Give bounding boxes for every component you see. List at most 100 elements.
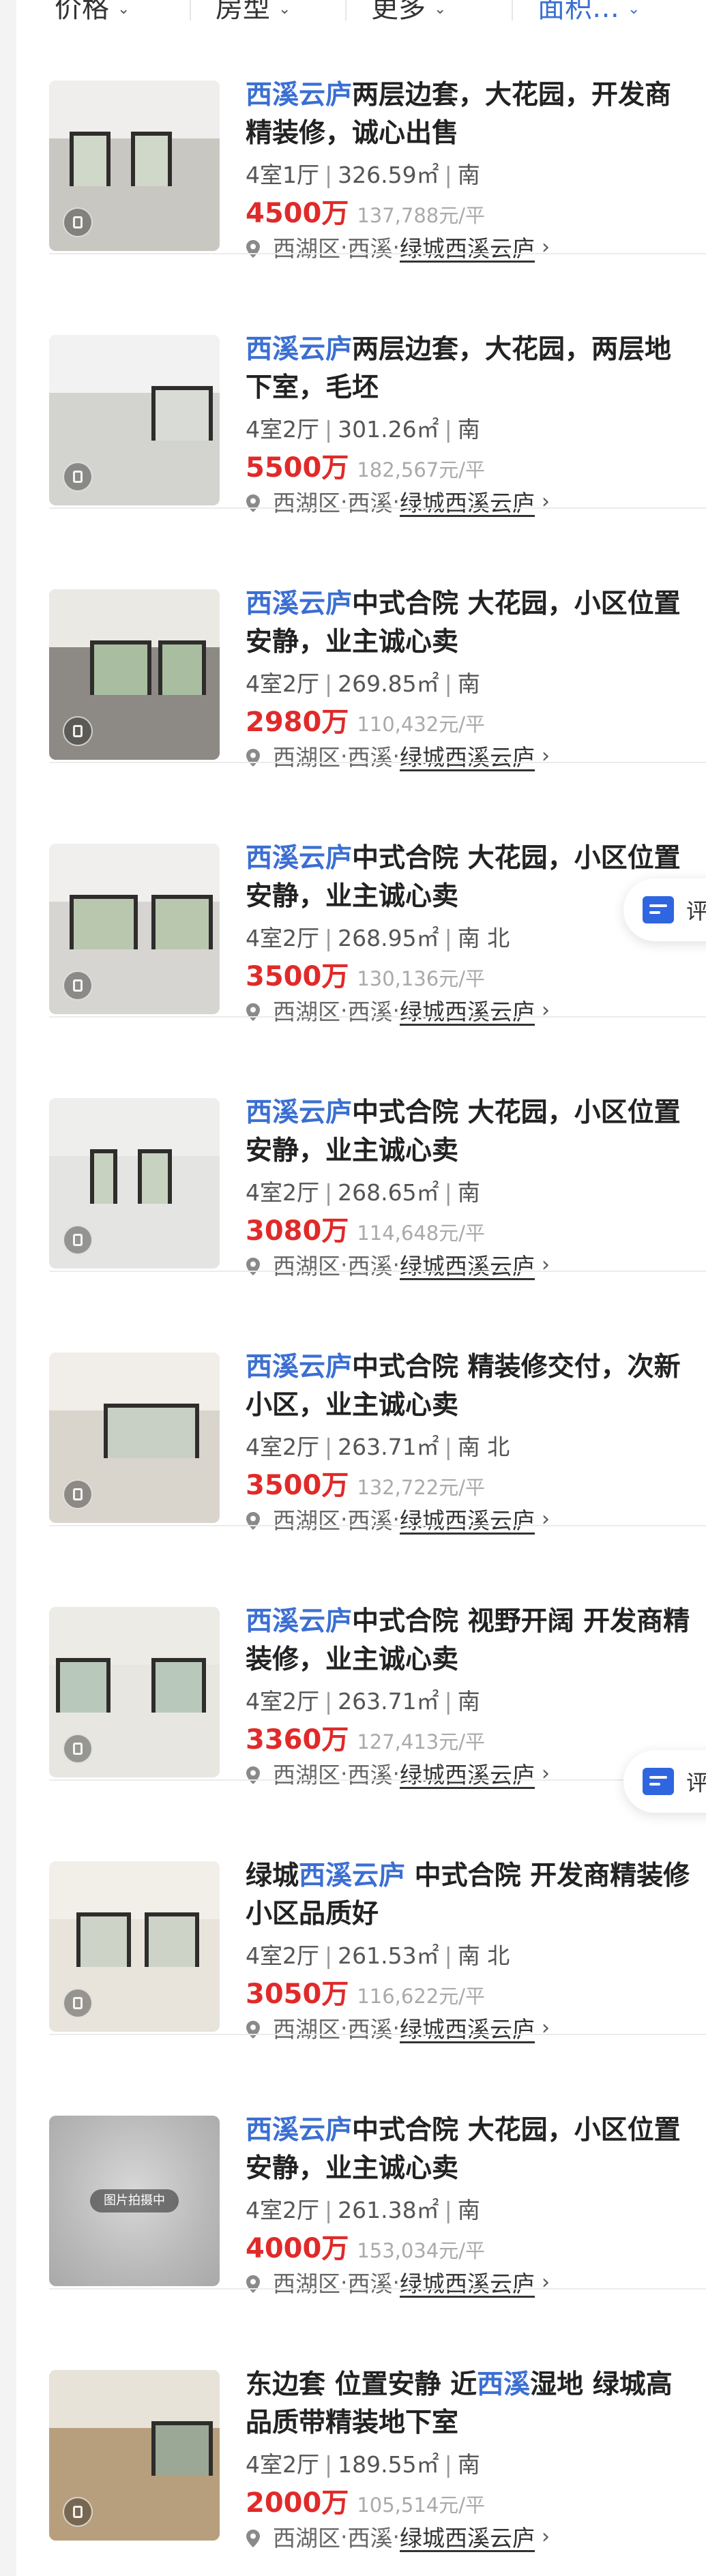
price-row: 5500万 182,567元/平 xyxy=(246,445,485,485)
title-highlight: 西溪云庐 xyxy=(246,1097,353,1128)
unit-price: 127,413元/平 xyxy=(357,1730,486,1753)
listing-title[interactable]: 西溪云庐中式合院 视野开阔 开发商精装修，业主诚心卖 xyxy=(246,1603,690,1679)
unit-price: 116,622元/平 xyxy=(357,1985,486,2008)
listing-title[interactable]: 西溪云庐两层边套，大花园，两层地下室，毛坯 xyxy=(246,331,690,407)
listing-photo[interactable] xyxy=(49,80,220,251)
vr-tour-icon xyxy=(63,716,93,746)
photo-ceiling xyxy=(49,1861,220,1919)
listing-title[interactable]: 东边套 位置安静 近西溪湿地 绿城高品质带精装地下室 xyxy=(246,2366,690,2442)
listing-title[interactable]: 西溪云庐中式合院 大花园，小区位置安静，业主诚心卖 xyxy=(246,585,690,662)
unit-price: 114,648元/平 xyxy=(357,1222,486,1245)
room-layout: 4室2厅 xyxy=(246,1179,319,1206)
evaluate-floating-button[interactable]: 评价 xyxy=(623,1750,706,1813)
evaluate-label: 评价 xyxy=(686,898,706,924)
listing-card[interactable]: 西溪云庐两层边套，大花园，开发商精装修，诚心出售 4室1厅 | 326.59㎡ | 南 45… xyxy=(16,0,706,262)
spec-separator: | xyxy=(325,670,333,697)
listing-specs: 4室2厅 | 263.71㎡ | 南 北 xyxy=(246,1429,510,1462)
listing-card[interactable]: 西溪云庐中式合院 大花园，小区位置安静，业主诚心卖 4室2厅 | 269.85㎡ | 南 2… xyxy=(16,509,706,771)
room-layout: 4室2厅 xyxy=(246,1942,319,1969)
spec-separator: | xyxy=(444,1688,452,1715)
title-text: 东边套 位置安静 近 xyxy=(246,2369,477,2400)
total-price: 5500万 xyxy=(246,452,349,484)
title-highlight: 西溪云庐 xyxy=(246,80,353,110)
community-link[interactable]: 绿城西溪云庐 xyxy=(400,2520,535,2553)
listing-photo[interactable] xyxy=(49,589,220,760)
listing-specs: 4室2厅 | 263.71㎡ | 南 xyxy=(246,1683,480,1716)
floor-area: 326.59㎡ xyxy=(338,162,439,188)
price-row: 3500万 130,136元/平 xyxy=(246,954,485,994)
listing-title[interactable]: 西溪云庐两层边套，大花园，开发商精装修，诚心出售 xyxy=(246,76,690,153)
room-layout: 4室2厅 xyxy=(246,670,319,697)
room-layout: 4室2厅 xyxy=(246,1434,319,1460)
listing-photo[interactable] xyxy=(49,1098,220,1269)
listing-photo[interactable] xyxy=(49,1861,220,2032)
total-price: 4000万 xyxy=(246,2233,349,2264)
price-row: 4500万 137,788元/平 xyxy=(246,191,485,231)
listing-card[interactable]: 绿城西溪云庐 中式合院 开发商精装修 小区品质好 4室2厅 | 261.53㎡ | 南 北… xyxy=(16,1781,706,2043)
floor-area: 268.65㎡ xyxy=(338,1179,439,1206)
spec-separator: | xyxy=(444,1434,452,1460)
comment-icon xyxy=(643,896,674,923)
floor-area: 269.85㎡ xyxy=(338,670,439,697)
total-price: 2980万 xyxy=(246,707,349,738)
room-layout: 4室2厅 xyxy=(246,416,319,443)
spec-separator: | xyxy=(444,416,452,443)
floor-area: 263.71㎡ xyxy=(338,1688,439,1715)
listing-photo[interactable]: 图片拍摄中 xyxy=(49,2116,220,2286)
price-row: 4000万 153,034元/平 xyxy=(246,2226,485,2266)
orientation: 南 xyxy=(457,1688,480,1715)
listing-photo[interactable] xyxy=(49,1352,220,1523)
floor-area: 261.53㎡ xyxy=(338,1942,439,1969)
orientation: 南 xyxy=(457,416,480,443)
floor-area: 301.26㎡ xyxy=(338,416,439,443)
photo-ceiling xyxy=(49,80,220,138)
listing-photo[interactable] xyxy=(49,1607,220,1777)
location-dot: · xyxy=(392,2523,400,2550)
vr-tour-icon xyxy=(63,462,93,492)
spec-separator: | xyxy=(444,2197,452,2223)
listing-specs: 4室2厅 | 268.65㎡ | 南 xyxy=(246,1174,480,1207)
spec-separator: | xyxy=(325,162,333,188)
spec-separator: | xyxy=(444,2451,452,2478)
room-layout: 4室1厅 xyxy=(246,162,319,188)
floor-area: 268.95㎡ xyxy=(338,925,439,951)
listing-card[interactable]: 西溪云庐两层边套，大花园，两层地下室，毛坯 4室2厅 | 301.26㎡ | 南 5500万… xyxy=(16,254,706,516)
chevron-right-icon: › xyxy=(542,2524,550,2549)
listing-title[interactable]: 西溪云庐中式合院 大花园，小区位置安静，业主诚心卖 xyxy=(246,2112,690,2188)
listing-title[interactable]: 绿城西溪云庐 中式合院 开发商精装修 小区品质好 xyxy=(246,1857,690,1934)
total-price: 3500万 xyxy=(246,1470,349,1501)
listing-title[interactable]: 西溪云庐中式合院 精装修交付，次新小区，业主诚心卖 xyxy=(246,1348,690,1425)
listing-card[interactable]: 西溪云庐中式合院 大花园，小区位置安静，业主诚心卖 4室2厅 | 268.95㎡ | 南 … xyxy=(16,763,706,1025)
listing-specs: 4室2厅 | 269.85㎡ | 南 xyxy=(246,666,480,698)
photo-ceiling xyxy=(49,844,220,902)
listing-card[interactable]: 西溪云庐中式合院 视野开阔 开发商精装修，业主诚心卖 4室2厅 | 263.71㎡ | 南… xyxy=(16,1526,706,1788)
listing-card[interactable]: 西溪云庐中式合院 精装修交付，次新小区，业主诚心卖 4室2厅 | 263.71㎡ | 南 … xyxy=(16,1272,706,1534)
location-row[interactable]: 西湖区 · 西溪 · 绿城西溪云庐 › xyxy=(246,2520,550,2553)
orientation: 南 xyxy=(457,1179,480,1206)
unit-price: 110,432元/平 xyxy=(357,713,486,736)
orientation: 南 xyxy=(457,162,480,188)
unit-price: 153,034元/平 xyxy=(357,2239,486,2262)
listing-specs: 4室2厅 | 261.53㎡ | 南 北 xyxy=(246,1938,510,1970)
orientation: 南 xyxy=(457,2451,480,2478)
listing-photo[interactable] xyxy=(49,844,220,1014)
title-highlight: 西溪云庐 xyxy=(299,1861,406,1891)
room-layout: 4室2厅 xyxy=(246,2197,319,2223)
location-dot: · xyxy=(340,2523,348,2550)
listing-card[interactable]: 西溪云庐中式合院 大花园，小区位置安静，业主诚心卖 4室2厅 | 268.65㎡ | 南 3… xyxy=(16,1018,706,1279)
evaluate-floating-button[interactable]: 评价 xyxy=(623,878,706,941)
title-text: 绿城 xyxy=(246,1861,299,1891)
room-layout: 4室2厅 xyxy=(246,1688,319,1715)
price-row: 2980万 110,432元/平 xyxy=(246,700,485,739)
listing-photo[interactable] xyxy=(49,335,220,505)
spec-separator: | xyxy=(325,2451,333,2478)
vr-tour-icon xyxy=(63,1479,93,1509)
unit-price: 132,722元/平 xyxy=(357,1476,486,1499)
listing-title[interactable]: 西溪云庐中式合院 大花园，小区位置安静，业主诚心卖 xyxy=(246,1094,690,1170)
listing-photo[interactable] xyxy=(49,2370,220,2541)
listing-specs: 4室1厅 | 326.59㎡ | 南 xyxy=(246,157,480,190)
price-row: 3360万 127,413元/平 xyxy=(246,1717,485,1757)
listing-specs: 4室2厅 | 261.38㎡ | 南 xyxy=(246,2192,480,2225)
listing-card[interactable]: 东边套 位置安静 近西溪湿地 绿城高品质带精装地下室 4室2厅 | 189.55㎡ | 南… xyxy=(16,2290,706,2551)
listing-card[interactable]: 图片拍摄中 西溪云庐中式合院 大花园，小区位置安静，业主诚心卖 4室2厅 | 261.3… xyxy=(16,2035,706,2297)
